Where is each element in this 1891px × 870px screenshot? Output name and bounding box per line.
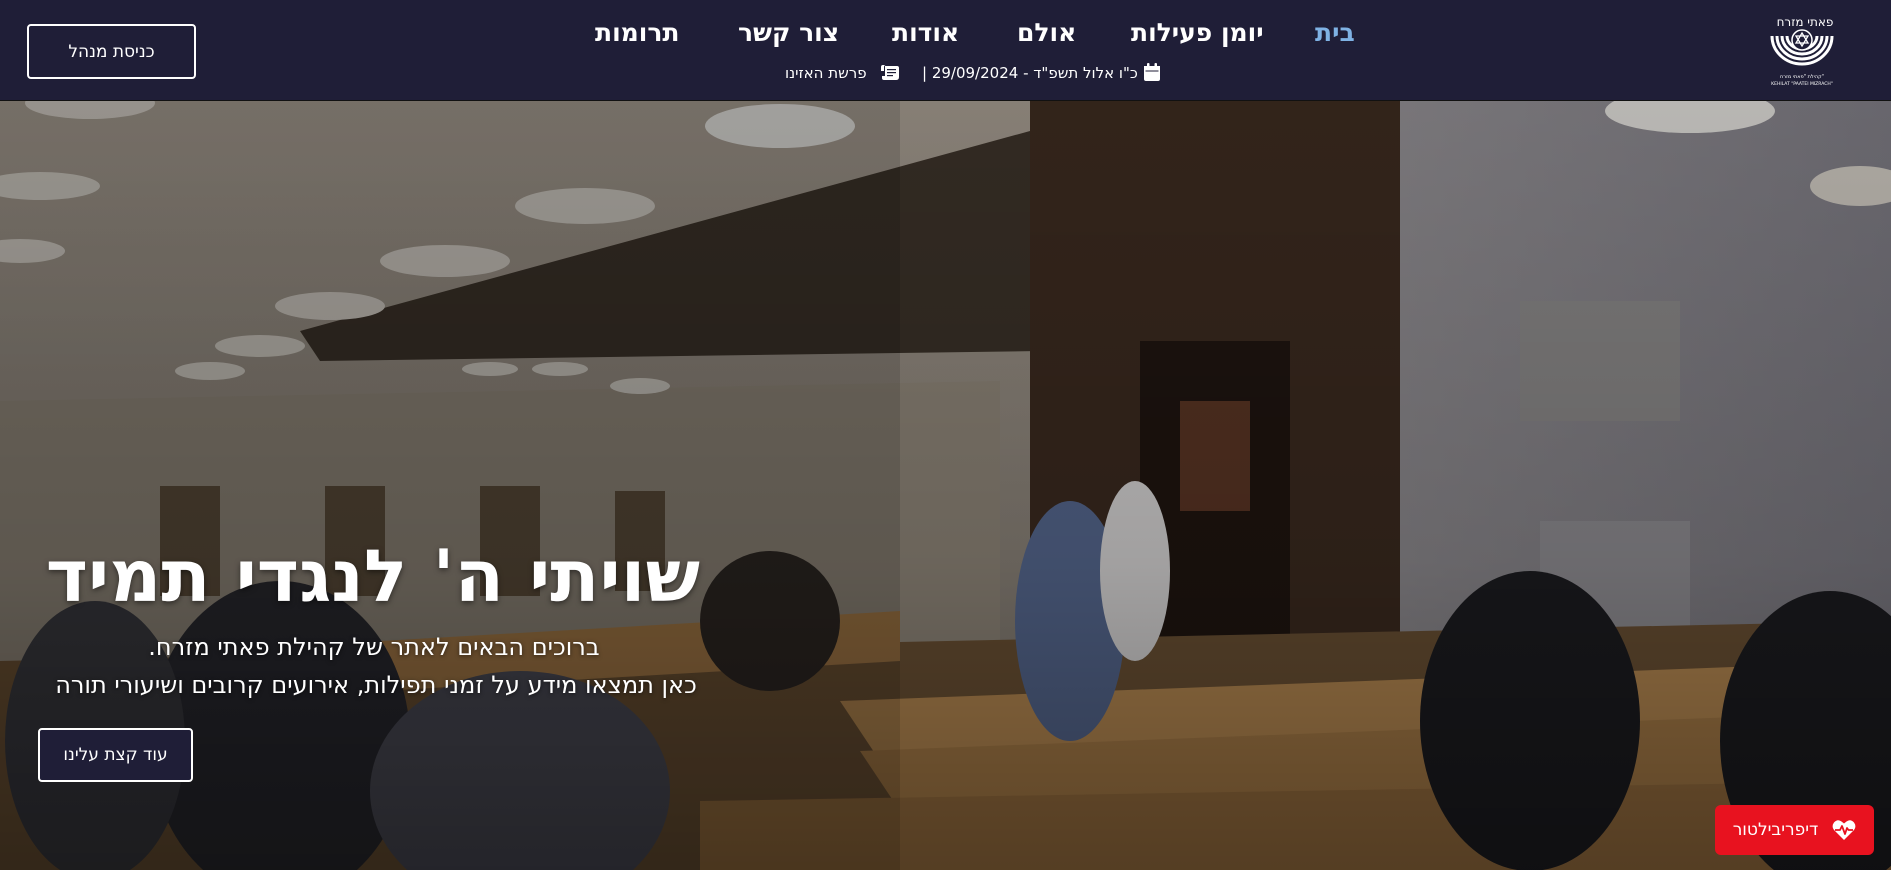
nav-item-activity-log[interactable]: יומן פעילות bbox=[1131, 18, 1264, 47]
hero-description-text: כאן תמצאו מידע על זמני תפילות, אירועים ק… bbox=[55, 671, 697, 699]
community-logo[interactable]: פאתי מזרח קהילת "פאתי מזרח" KEHILAT "PAA… bbox=[1760, 8, 1844, 92]
defibrillator-label: דיפריבילטור bbox=[1732, 820, 1819, 840]
logo-subtitle-en: KEHILAT "PAATEI MIZRACH" bbox=[1771, 81, 1833, 87]
logo-title-text: פאתי מזרח bbox=[1777, 15, 1834, 29]
torah-scroll-icon bbox=[881, 65, 899, 80]
hero-welcome-text: ברוכים הבאים לאתר של קהילת פאתי מזרח. bbox=[148, 633, 600, 661]
nav-item-home[interactable]: בית bbox=[1315, 18, 1355, 47]
hebrew-date: כ"ו אלול תשפ"ד - 29/09/2024 | bbox=[922, 64, 1138, 82]
defibrillator-button[interactable]: דיפריבילטור bbox=[1715, 805, 1874, 855]
nav-item-about[interactable]: אודות bbox=[892, 18, 959, 47]
main-nav: תרומות צור קשר אודות אולם יומן פעילות בי… bbox=[0, 18, 1891, 54]
nav-item-contact[interactable]: צור קשר bbox=[738, 18, 839, 47]
calendar-icon bbox=[1144, 63, 1160, 81]
weekly-parasha: פרשת האזינו bbox=[785, 64, 867, 82]
synagogue-interior-photo bbox=[0, 101, 1891, 870]
heartbeat-icon bbox=[1832, 820, 1856, 840]
hero-title: שויתי ה' לנגדי תמיד bbox=[45, 534, 700, 618]
about-us-button[interactable]: עוד קצת עלינו bbox=[38, 728, 193, 782]
hero-section: שויתי ה' לנגדי תמיד ברוכים הבאים לאתר של… bbox=[0, 101, 1891, 870]
nav-item-donations[interactable]: תרומות bbox=[595, 18, 679, 47]
nav-item-hall[interactable]: אולם bbox=[1017, 18, 1076, 47]
logo-subtitle-he: קהילת "פאתי מזרח" bbox=[1780, 74, 1824, 80]
site-header: כניסת מנהל תרומות צור קשר אודות אולם יומ… bbox=[0, 0, 1891, 101]
